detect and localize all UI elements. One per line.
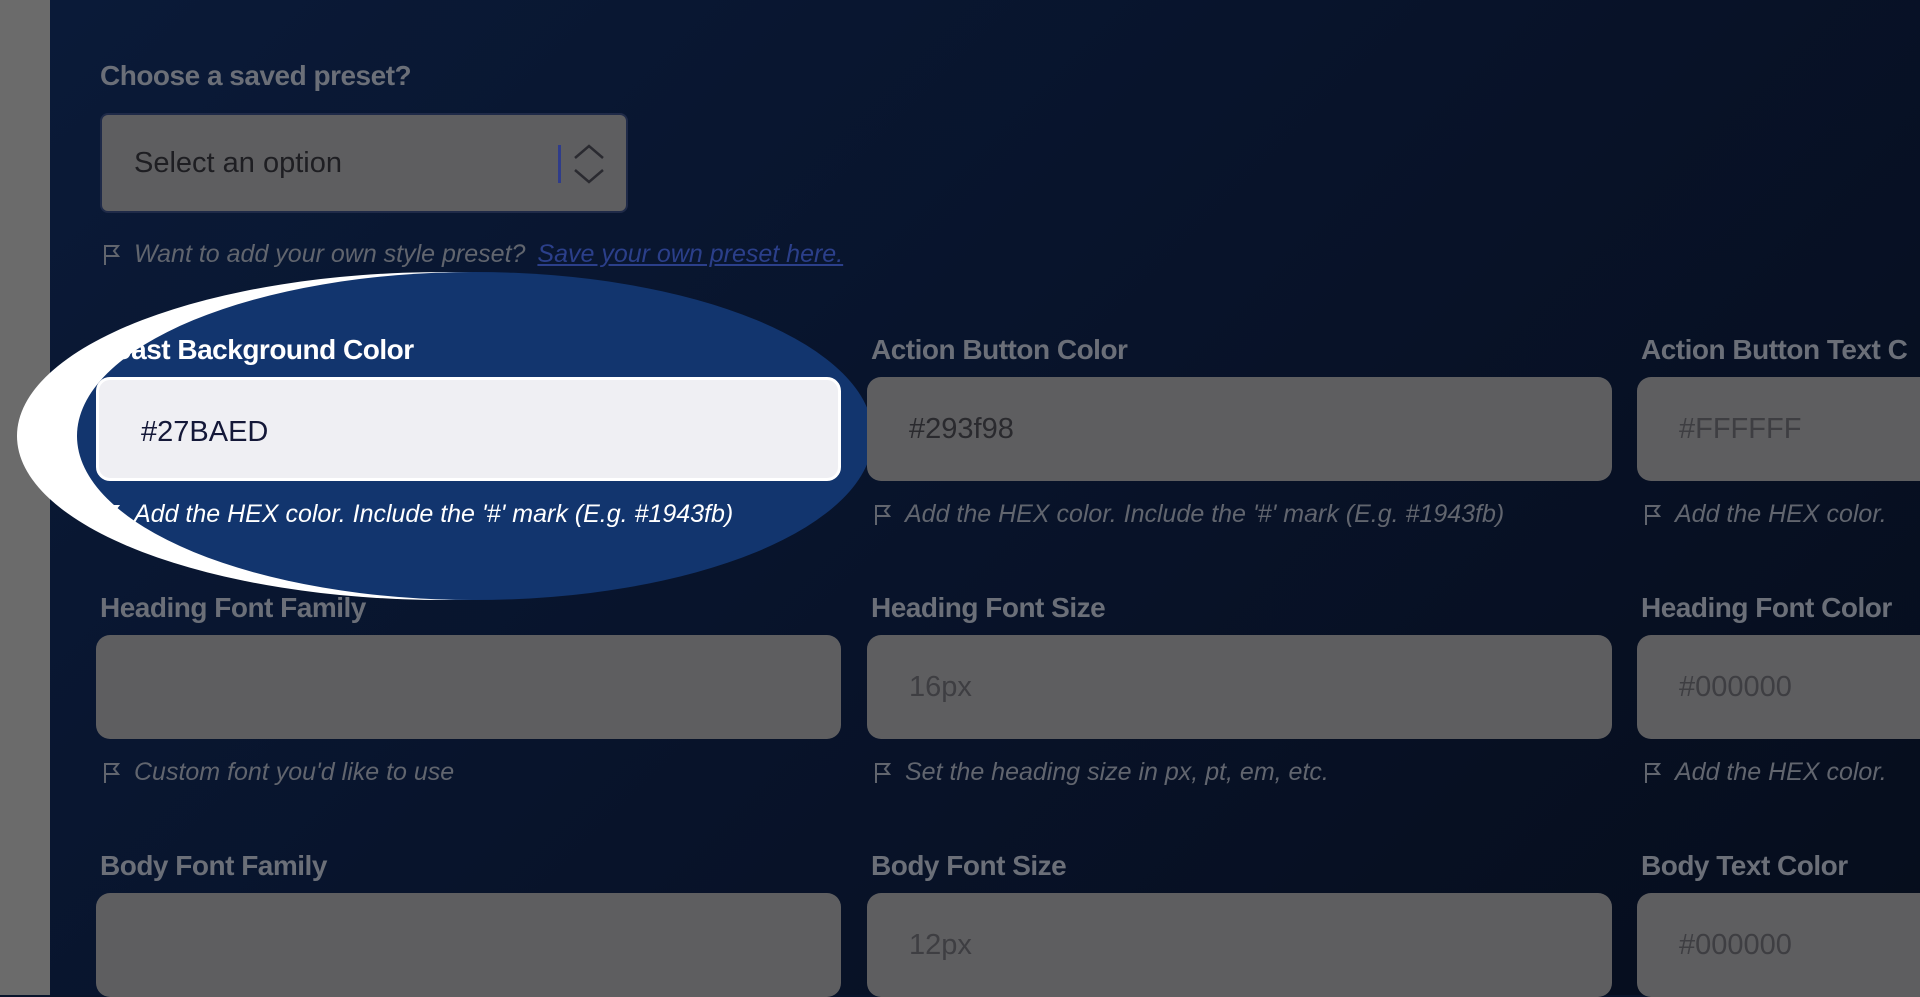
preset-select-value: Select an option — [134, 147, 342, 179]
hint-text: Add the HEX color. Include the '#' mark … — [134, 500, 734, 528]
action-button-text-color-label: Action Button Text C — [1641, 334, 1908, 365]
flag-icon — [104, 504, 121, 525]
action-button-color-hint: Add the HEX color. Include the '#' mark … — [873, 500, 1504, 529]
flag-icon — [104, 762, 121, 783]
body-font-family-input[interactable] — [96, 893, 841, 997]
preset-hint-text: Want to add your own style preset? — [134, 240, 526, 268]
heading-font-size-input[interactable]: 16px — [867, 635, 1612, 739]
body-text-color-input[interactable]: #000000 — [1637, 893, 1920, 997]
heading-font-size-label: Heading Font Size — [871, 592, 1106, 623]
flag-icon — [1645, 762, 1662, 783]
flag-icon — [104, 244, 121, 265]
save-preset-link[interactable]: Save your own preset here. — [537, 240, 843, 269]
action-button-color-input[interactable]: #293f98 — [867, 377, 1612, 481]
body-font-family-label: Body Font Family — [100, 850, 327, 881]
heading-font-color-input[interactable]: #000000 — [1637, 635, 1920, 739]
select-divider — [558, 145, 561, 183]
heading-font-family-label: Heading Font Family — [100, 592, 366, 623]
hint-text: Set the heading size in px, pt, em, etc. — [905, 758, 1329, 786]
body-font-size-label: Body Font Size — [871, 850, 1067, 881]
left-sidebar-strip — [0, 0, 50, 995]
hint-text: Add the HEX color. — [1675, 758, 1887, 786]
heading-font-color-hint: Add the HEX color. — [1643, 758, 1887, 787]
preset-select[interactable]: Select an option — [100, 113, 628, 213]
preset-hint: Want to add your own style preset? Save … — [102, 240, 843, 269]
hint-text: Add the HEX color. — [1675, 500, 1887, 528]
hint-text: Add the HEX color. Include the '#' mark … — [905, 500, 1505, 528]
heading-font-color-label: Heading Font Color — [1641, 592, 1892, 623]
preset-label: Choose a saved preset? — [100, 60, 412, 91]
flag-icon — [1645, 504, 1662, 525]
action-button-color-label: Action Button Color — [871, 334, 1128, 365]
heading-font-family-hint: Custom font you'd like to use — [102, 758, 454, 787]
toast-background-color-hint: Add the HEX color. Include the '#' mark … — [102, 500, 733, 529]
flag-icon — [875, 504, 892, 525]
hint-text: Custom font you'd like to use — [134, 758, 455, 786]
action-button-text-color-hint: Add the HEX color. — [1643, 500, 1887, 529]
body-font-size-input[interactable]: 12px — [867, 893, 1612, 997]
body-text-color-label: Body Text Color — [1641, 850, 1848, 881]
toast-background-color-label: Toast Background Color — [100, 334, 414, 365]
chevron-up-down-icon — [574, 144, 604, 184]
action-button-text-color-input[interactable]: #FFFFFF — [1637, 377, 1920, 481]
flag-icon — [875, 762, 892, 783]
toast-background-color-input[interactable]: #27BAED — [96, 377, 841, 481]
heading-font-family-input[interactable] — [96, 635, 841, 739]
heading-font-size-hint: Set the heading size in px, pt, em, etc. — [873, 758, 1329, 787]
